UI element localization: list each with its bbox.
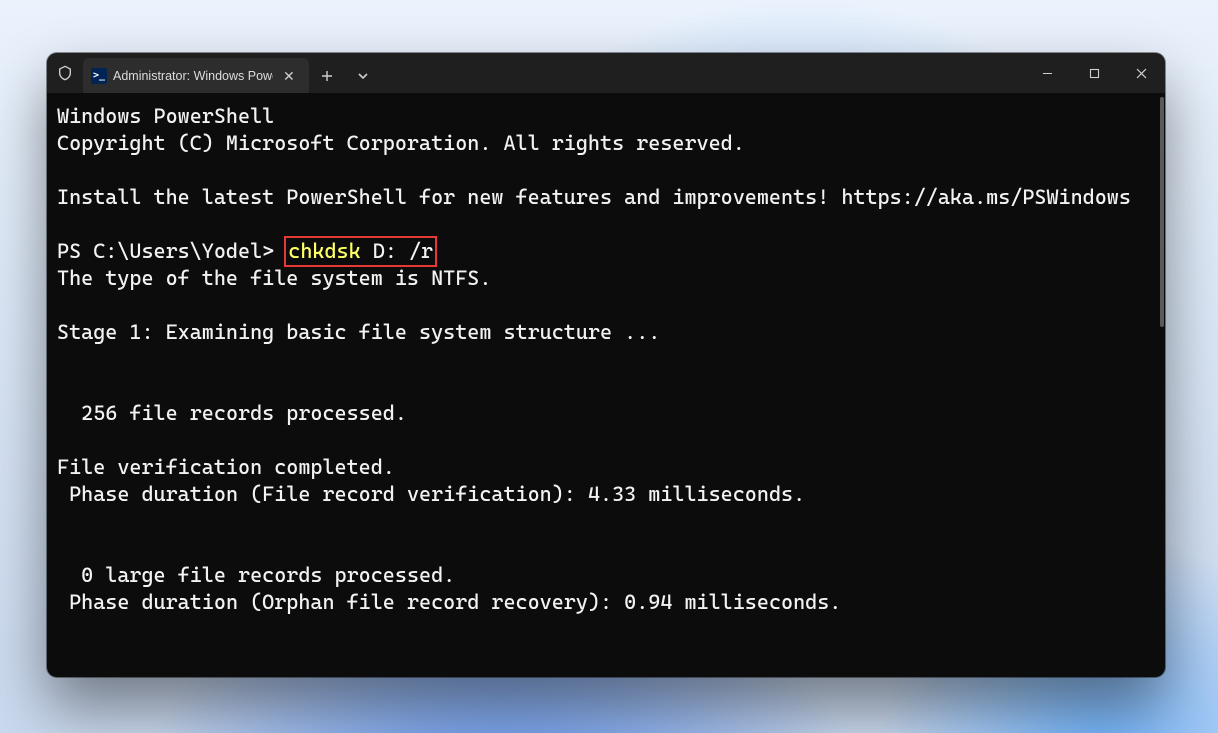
ps-copyright-line: Copyright (C) Microsoft Corporation. All… bbox=[57, 131, 745, 155]
command-args: D: /r bbox=[373, 239, 433, 263]
output-line: File verification completed. bbox=[57, 455, 395, 479]
tab-dropdown-button[interactable] bbox=[345, 58, 381, 93]
scrollbar-thumb[interactable] bbox=[1160, 97, 1164, 327]
maximize-button[interactable] bbox=[1071, 53, 1118, 93]
window-controls bbox=[1024, 53, 1165, 93]
new-tab-button[interactable] bbox=[309, 58, 345, 93]
command-name: chkdsk bbox=[288, 239, 360, 263]
admin-shield-icon bbox=[47, 53, 83, 93]
ps-header-line: Windows PowerShell bbox=[57, 104, 274, 128]
desktop-background: >_ Administrator: Windows Powe ✕ bbox=[0, 0, 1218, 733]
tab-close-button[interactable]: ✕ bbox=[279, 65, 299, 87]
output-line: The type of the file system is NTFS. bbox=[57, 266, 491, 290]
powershell-icon: >_ bbox=[91, 68, 107, 84]
minimize-button[interactable] bbox=[1024, 53, 1071, 93]
command-highlight-box: chkdsk D: /r bbox=[284, 236, 437, 267]
prompt-text: PS C:\Users\Yodel> bbox=[57, 239, 274, 263]
output-line: Stage 1: Examining basic file system str… bbox=[57, 320, 660, 344]
tab-active[interactable]: >_ Administrator: Windows Powe ✕ bbox=[83, 58, 309, 93]
terminal-viewport[interactable]: Windows PowerShell Copyright (C) Microso… bbox=[47, 93, 1165, 677]
output-line: Phase duration (Orphan file record recov… bbox=[57, 590, 841, 614]
title-bar: >_ Administrator: Windows Powe ✕ bbox=[47, 53, 1165, 93]
output-line: Phase duration (File record verification… bbox=[57, 482, 805, 506]
output-line: 0 large file records processed. bbox=[57, 563, 455, 587]
terminal-window: >_ Administrator: Windows Powe ✕ bbox=[47, 53, 1165, 677]
output-line: 256 file records processed. bbox=[57, 401, 407, 425]
tab-title: Administrator: Windows Powe bbox=[113, 69, 273, 83]
close-button[interactable] bbox=[1118, 53, 1165, 93]
ps-install-hint: Install the latest PowerShell for new fe… bbox=[57, 185, 1131, 209]
terminal-buffer: Windows PowerShell Copyright (C) Microso… bbox=[47, 93, 1165, 626]
